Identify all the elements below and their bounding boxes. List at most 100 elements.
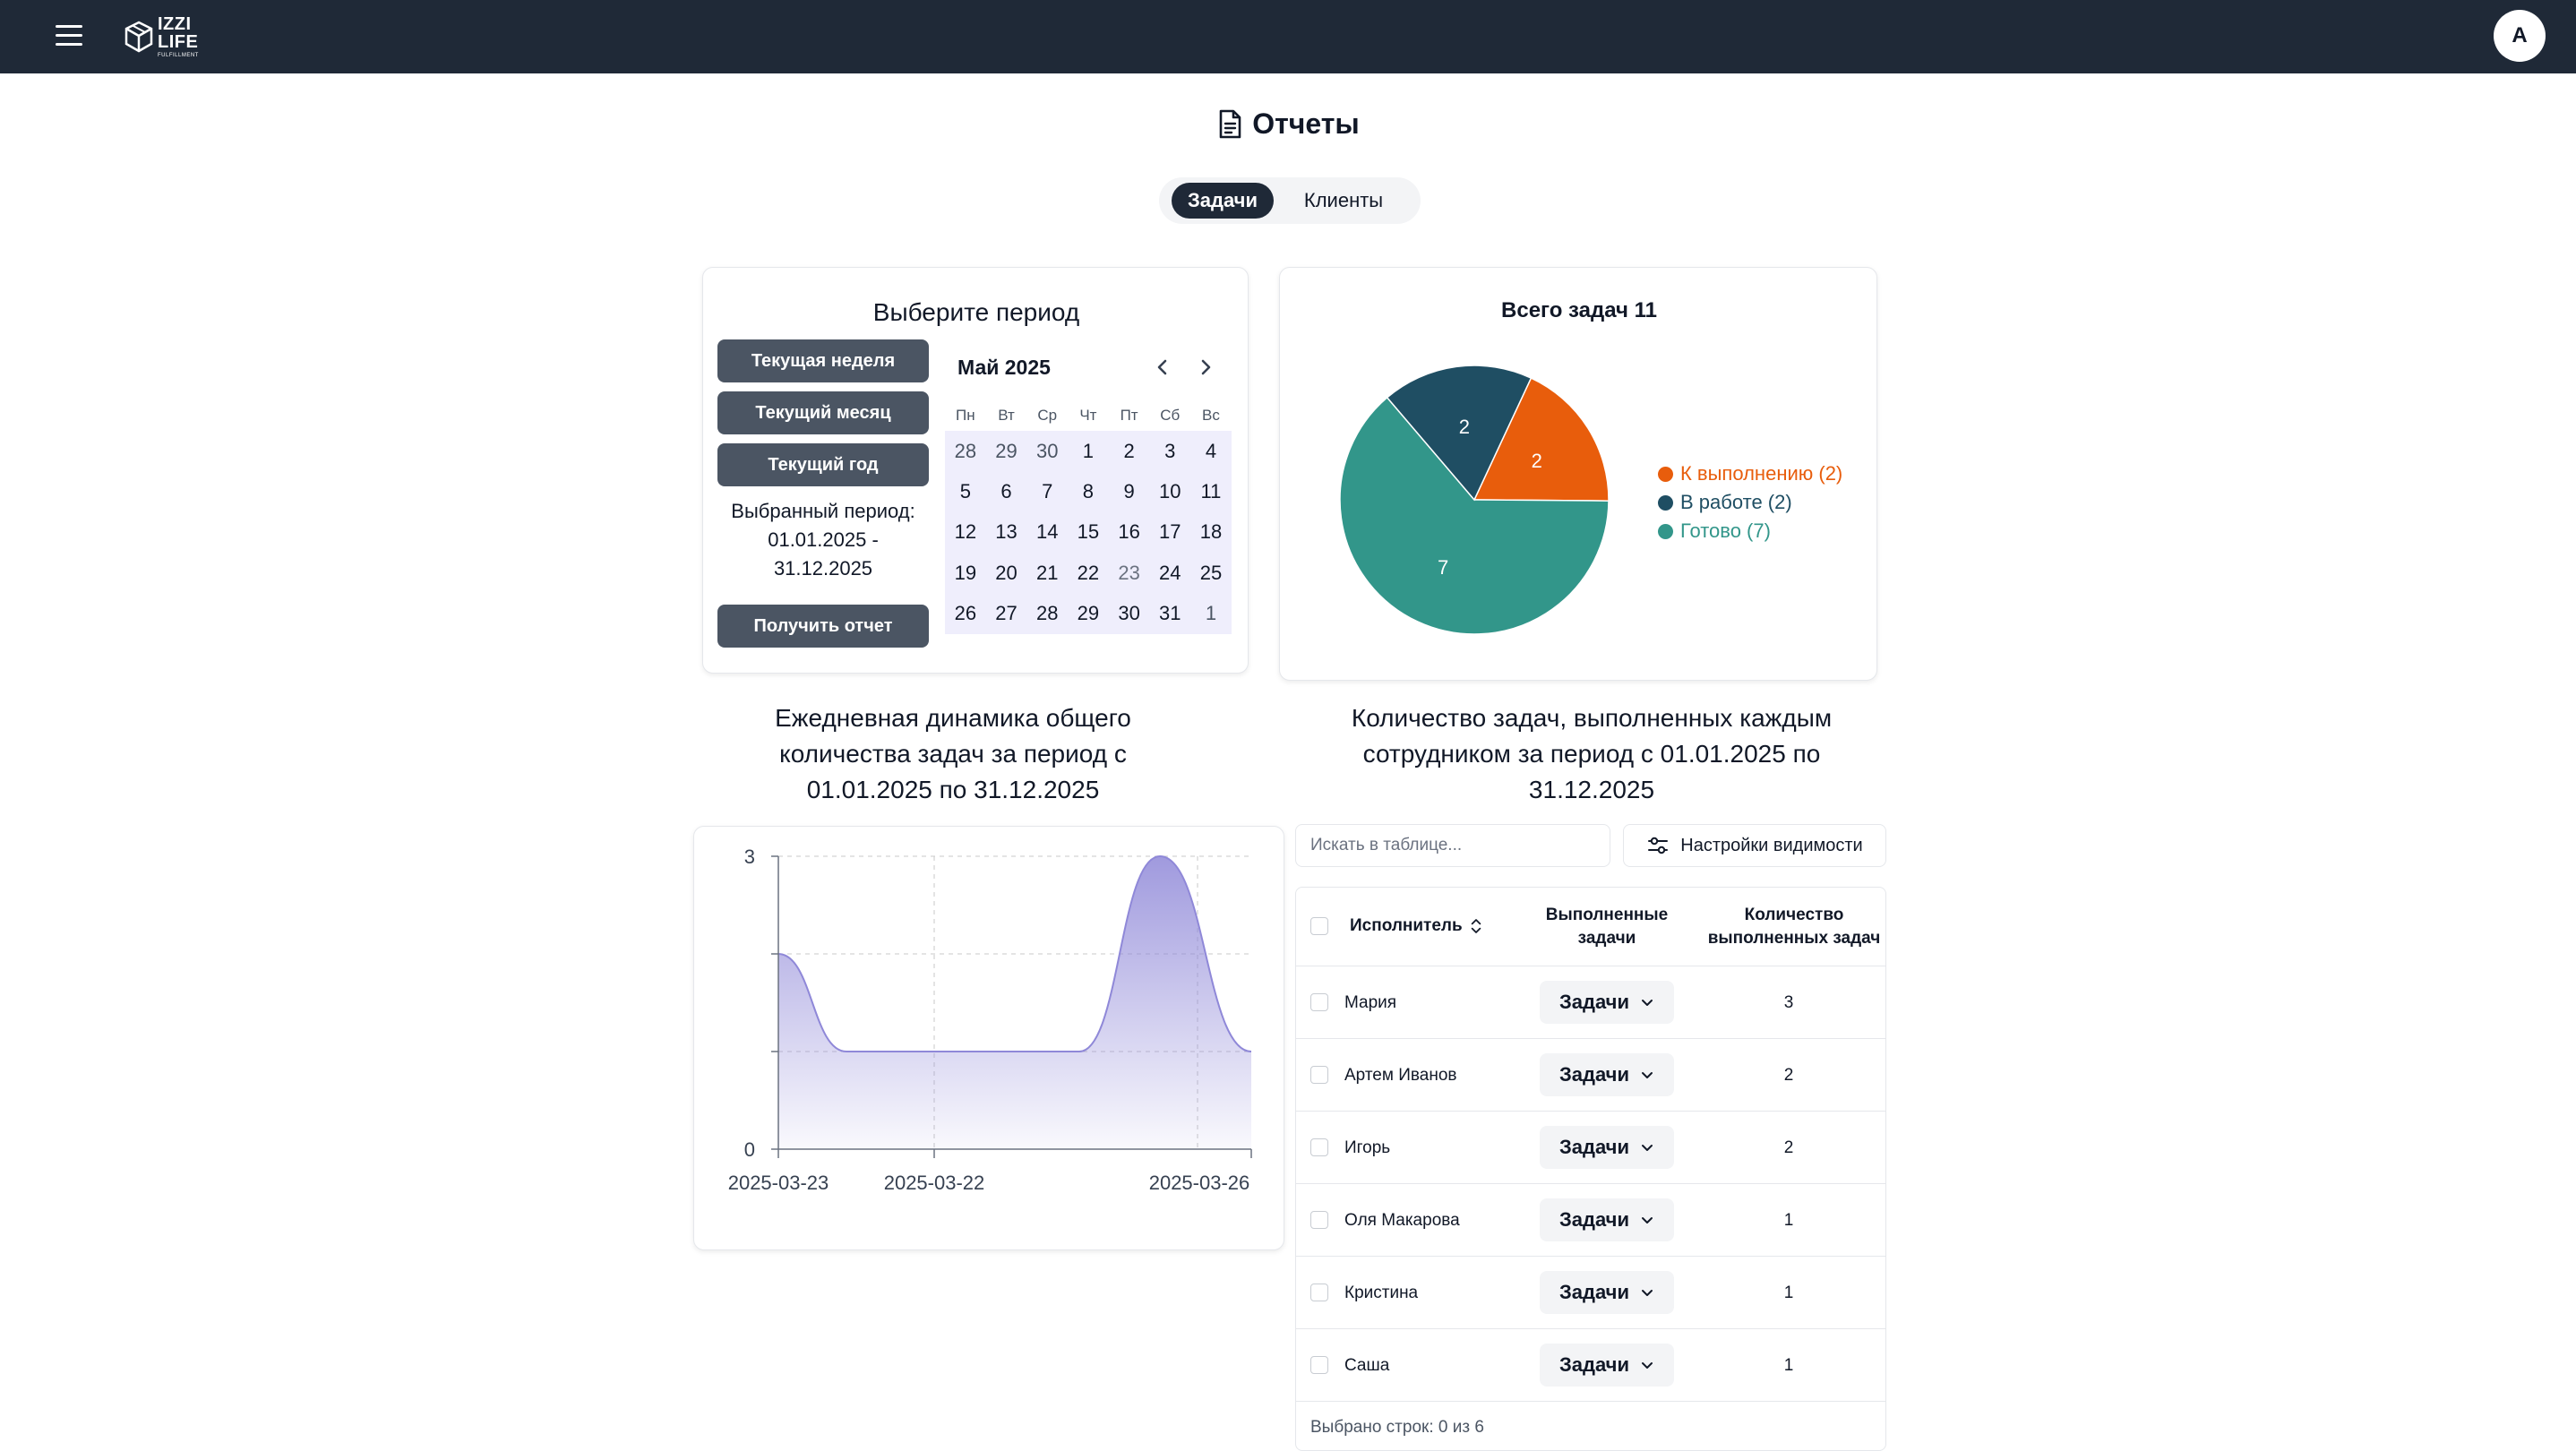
column-completed-count: Количество выполненных задач [1707, 906, 1881, 948]
calendar-day[interactable]: 9 [1109, 471, 1150, 511]
column-executor[interactable]: Исполнитель [1350, 914, 1482, 938]
legend-dot [1658, 523, 1673, 539]
calendar-day[interactable]: 8 [1068, 471, 1109, 511]
tasks-dropdown-label: Задачи [1559, 1353, 1629, 1376]
calendar-day[interactable]: 21 [1026, 553, 1068, 593]
row-checkbox[interactable] [1310, 1066, 1328, 1084]
area-chart: 0 3 2025-03-23 2025-03-22 2025-03-26 [728, 846, 1252, 1194]
calendar-day[interactable]: 20 [986, 553, 1027, 593]
calendar-day[interactable]: 29 [986, 431, 1027, 471]
top-bar: IZZI LIFE FULFILLMENT A [0, 0, 2576, 73]
row-checkbox[interactable] [1310, 1356, 1328, 1374]
calendar-day[interactable]: 30 [1026, 431, 1068, 471]
tasks-dropdown[interactable]: Задачи [1540, 1344, 1674, 1387]
weekday: Вс [1202, 407, 1220, 424]
tasks-dropdown-label: Задачи [1559, 1063, 1629, 1086]
chevron-down-icon [1641, 1000, 1653, 1006]
table-row: Артем Иванов Задачи 2 [1296, 1039, 1885, 1112]
row-checkbox[interactable] [1310, 1284, 1328, 1301]
chevron-left-icon[interactable] [1149, 354, 1176, 381]
calendar-day[interactable]: 15 [1068, 512, 1109, 553]
legend-item-todo[interactable]: К выполнению (2) [1658, 459, 1842, 488]
calendar-day[interactable]: 11 [1190, 471, 1232, 511]
line-chart-card: 0 3 2025-03-23 2025-03-22 2025-03-26 [693, 826, 1284, 1250]
calendar-day[interactable]: 1 [1068, 431, 1109, 471]
calendar-day[interactable]: 1 [1190, 594, 1232, 634]
calendar-grid: Пн Вт Ср Чт Пт Сб Вс 28 29 30 1 2 3 4 5 … [945, 400, 1232, 634]
calendar-day[interactable]: 26 [945, 594, 986, 634]
row-count: 1 [1783, 1283, 1794, 1302]
table-title: Количество задач, выполненных каждым сот… [1351, 704, 1833, 803]
calendar-day[interactable]: 17 [1149, 512, 1190, 553]
visibility-settings-button[interactable]: Настройки видимости [1623, 824, 1886, 867]
row-checkbox[interactable] [1310, 1138, 1328, 1156]
calendar-day[interactable]: 7 [1026, 471, 1068, 511]
calendar-day[interactable]: 27 [986, 594, 1027, 634]
legend-item-done[interactable]: Готово (7) [1658, 517, 1842, 545]
calendar-day[interactable]: 22 [1068, 553, 1109, 593]
get-report-button[interactable]: Получить отчет [717, 605, 929, 648]
legend-dot [1658, 466, 1673, 482]
legend-item-in-progress[interactable]: В работе (2) [1658, 488, 1842, 517]
chevron-down-icon [1641, 1217, 1653, 1223]
calendar-day[interactable]: 12 [945, 512, 986, 553]
y-tick-label: 3 [744, 846, 755, 868]
weekday: Чт [1079, 407, 1097, 424]
calendar-day[interactable]: 5 [945, 471, 986, 511]
table-header: Исполнитель Выполненные задачи Количеств… [1296, 888, 1885, 966]
current-week-button[interactable]: Текущая неделя [717, 339, 929, 382]
chevron-right-icon[interactable] [1192, 354, 1219, 381]
table-row: Оля Макарова Задачи 1 [1296, 1184, 1885, 1257]
menu-icon[interactable] [56, 24, 82, 47]
logo[interactable]: IZZI LIFE FULFILLMENT [124, 15, 199, 58]
x-tick-label: 2025-03-22 [884, 1172, 985, 1194]
tasks-dropdown[interactable]: Задачи [1540, 1198, 1674, 1241]
legend-dot [1658, 494, 1673, 511]
calendar-day[interactable]: 19 [945, 553, 986, 593]
search-input[interactable]: Искать в таблице... [1295, 824, 1610, 867]
calendar-day[interactable]: 2 [1109, 431, 1150, 471]
calendar-day[interactable]: 3 [1149, 431, 1190, 471]
tasks-dropdown-label: Задачи [1559, 991, 1629, 1013]
area-fill [778, 856, 1251, 1149]
row-count: 2 [1783, 1138, 1794, 1157]
tab-clients[interactable]: Клиенты [1281, 183, 1406, 219]
legend-label: В работе (2) [1680, 491, 1792, 513]
calendar-day[interactable]: 4 [1190, 431, 1232, 471]
calendar-day[interactable]: 29 [1068, 594, 1109, 634]
pie-legend: К выполнению (2) В работе (2) Готово (7) [1658, 459, 1842, 545]
chevron-down-icon [1641, 1290, 1653, 1296]
calendar-day[interactable]: 31 [1149, 594, 1190, 634]
legend-label: К выполнению (2) [1680, 462, 1843, 485]
calendar-month: Май 2025 [957, 356, 1051, 379]
calendar-day[interactable]: 28 [945, 431, 986, 471]
current-month-button[interactable]: Текущий месяц [717, 391, 929, 434]
calendar-day[interactable]: 6 [986, 471, 1027, 511]
legend-label: Готово (7) [1680, 519, 1771, 542]
avatar[interactable]: A [2494, 10, 2546, 62]
calendar-day[interactable]: 25 [1190, 553, 1232, 593]
pie-chart: 2 7 2 [1339, 365, 1610, 635]
tasks-dropdown[interactable]: Задачи [1540, 1126, 1674, 1169]
column-executor-label: Исполнитель [1350, 916, 1463, 935]
calendar-day[interactable]: 18 [1190, 512, 1232, 553]
calendar-days: 28 29 30 1 2 3 4 5 6 7 8 9 10 11 12 13 1… [945, 431, 1232, 634]
calendar-day-today[interactable]: 23 [1109, 553, 1150, 593]
calendar-day[interactable]: 13 [986, 512, 1027, 553]
calendar-day[interactable]: 30 [1109, 594, 1150, 634]
row-checkbox[interactable] [1310, 1211, 1328, 1229]
calendar-day[interactable]: 10 [1149, 471, 1190, 511]
calendar-day[interactable]: 24 [1149, 553, 1190, 593]
tasks-dropdown[interactable]: Задачи [1540, 981, 1674, 1024]
current-year-button[interactable]: Текущий год [717, 443, 929, 486]
calendar-day[interactable]: 28 [1026, 594, 1068, 634]
select-all-checkbox[interactable] [1310, 917, 1328, 935]
row-checkbox[interactable] [1310, 993, 1328, 1011]
calendar-day[interactable]: 16 [1109, 512, 1150, 553]
table-row: Саша Задачи 1 [1296, 1329, 1885, 1402]
tab-tasks[interactable]: Задачи [1172, 183, 1274, 219]
tasks-dropdown[interactable]: Задачи [1540, 1053, 1674, 1096]
tasks-dropdown[interactable]: Задачи [1540, 1271, 1674, 1314]
calendar-day[interactable]: 14 [1026, 512, 1068, 553]
logo-text-line3: FULFILLMENT [158, 53, 199, 58]
